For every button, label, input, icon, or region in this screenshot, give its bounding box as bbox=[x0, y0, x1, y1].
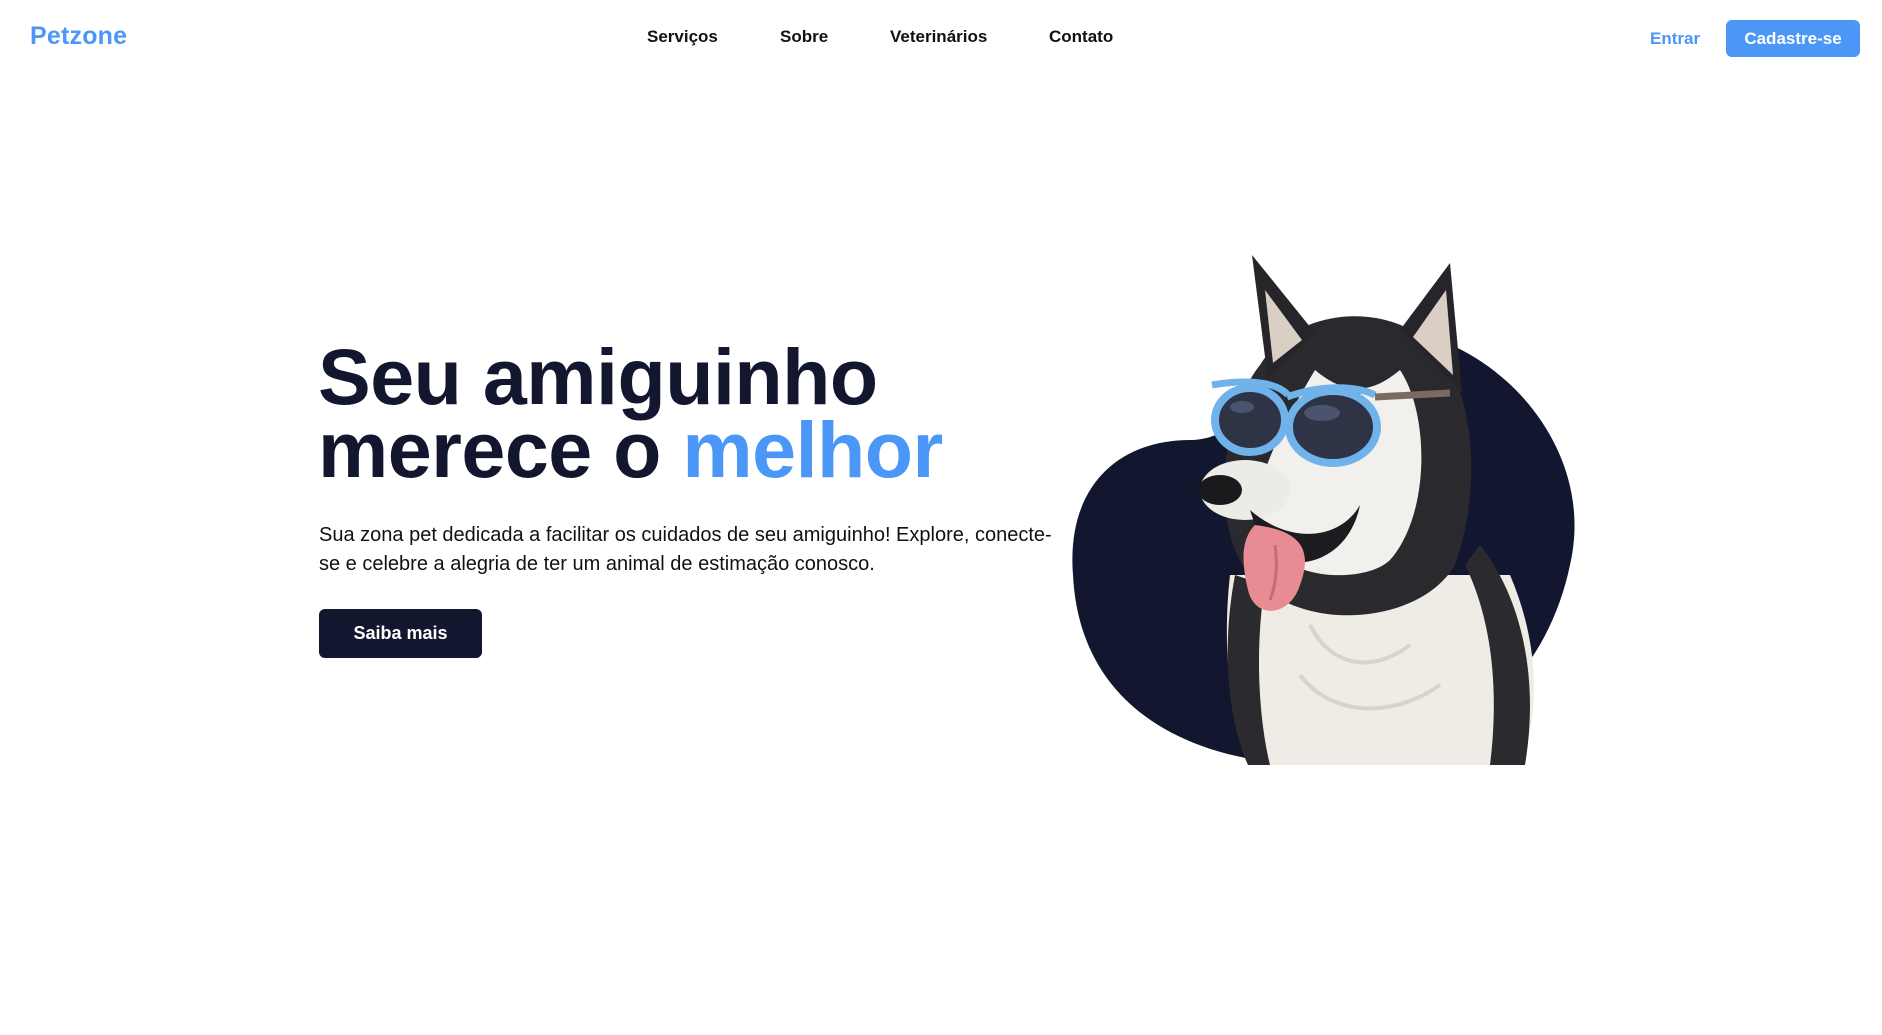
dog-nose bbox=[1198, 475, 1242, 505]
nav-link-sobre[interactable]: Sobre bbox=[780, 27, 828, 47]
husky-illustration bbox=[1072, 255, 1575, 765]
hero-title: Seu amiguinho merece o melhor bbox=[318, 337, 943, 489]
nav-link-servicos[interactable]: Serviços bbox=[647, 27, 718, 47]
hero-image bbox=[1070, 245, 1590, 765]
nav-link-veterinarios[interactable]: Veterinários bbox=[890, 27, 987, 47]
hero-title-line2: merece o bbox=[318, 405, 683, 494]
learn-more-button[interactable]: Saiba mais bbox=[319, 609, 482, 658]
nav-link-contato[interactable]: Contato bbox=[1049, 27, 1113, 47]
hero-title-accent: melhor bbox=[682, 405, 943, 494]
signup-button[interactable]: Cadastre-se bbox=[1726, 20, 1860, 57]
main-nav: Serviços Sobre Veterinários Contato bbox=[0, 27, 1882, 51]
landing-page: Petzone Serviços Sobre Veterinários Cont… bbox=[0, 0, 1882, 1035]
login-link[interactable]: Entrar bbox=[1650, 29, 1700, 49]
hero-description: Sua zona pet dedicada a facilitar os cui… bbox=[319, 524, 1052, 575]
